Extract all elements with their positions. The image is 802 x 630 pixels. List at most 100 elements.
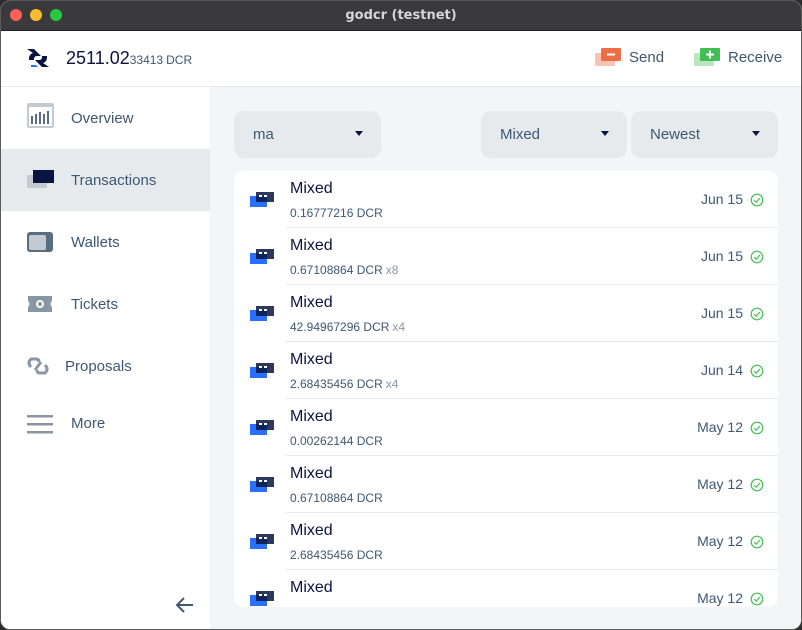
- transaction-multiplier: x4: [392, 320, 406, 334]
- transaction-row[interactable]: Mixed 0.67108864 DCR May 12: [234, 456, 778, 513]
- confirmed-check-icon: [750, 193, 764, 207]
- transaction-amount-value: 0.16777216 DCR: [290, 206, 383, 220]
- sidebar-item-label: Proposals: [65, 357, 132, 375]
- sidebar-item-more[interactable]: More: [1, 392, 210, 454]
- confirmed-check-icon: [750, 250, 764, 264]
- transactions-page: ma Mixed Newest Mixed 0.16777216 DCR Jun…: [210, 87, 801, 629]
- sidebar-item-label: Overview: [71, 109, 134, 127]
- mixed-transaction-icon: [250, 534, 274, 549]
- transaction-row[interactable]: Mixed 0.16777216 DCR Jun 15: [234, 171, 778, 228]
- sidebar-item-label: Tickets: [71, 295, 118, 313]
- transaction-amount: 42.94967296 DCR x4: [290, 320, 405, 334]
- sidebar-item-tickets[interactable]: Tickets: [1, 273, 210, 335]
- type-filter-value: Mixed: [500, 126, 541, 143]
- confirmed-check-icon: [750, 535, 764, 549]
- transaction-date: Jun 15: [700, 191, 743, 207]
- confirmed-check-icon: [750, 307, 764, 321]
- decred-logo-icon: [27, 49, 49, 67]
- confirmed-check-icon: [750, 592, 764, 606]
- transaction-type: Mixed: [290, 180, 333, 197]
- mixed-transaction-icon: [250, 249, 274, 264]
- sidebar-item-transactions[interactable]: Transactions: [1, 149, 210, 211]
- transaction-type: Mixed: [290, 294, 333, 311]
- transaction-amount-value: 0.67108864 DCR: [290, 491, 383, 505]
- transaction-type: Mixed: [290, 579, 333, 596]
- mixed-transaction-icon: [250, 420, 274, 435]
- receive-label: Receive: [728, 48, 783, 66]
- transaction-multiplier: x4: [385, 377, 399, 391]
- transaction-date: May 12: [697, 590, 743, 606]
- mixed-transaction-icon: [250, 477, 274, 492]
- transaction-type: Mixed: [290, 465, 333, 482]
- confirmed-check-icon: [750, 364, 764, 378]
- sidebar-item-label: More: [71, 414, 106, 432]
- sidebar-item-overview[interactable]: Overview: [1, 87, 210, 149]
- transaction-date: Jun 14: [700, 362, 743, 378]
- app-header: 2511.02 33413 DCR Send Receive: [1, 31, 801, 87]
- balance-decimals: 33413: [129, 53, 164, 67]
- type-filter-dropdown[interactable]: Mixed: [481, 111, 627, 158]
- transaction-amount: 0.16777216 DCR: [290, 206, 386, 220]
- sidebar: Overview Transactions Wallets Tickets Pr…: [1, 87, 210, 629]
- transaction-date: May 12: [697, 419, 743, 435]
- transaction-amount-value: 2.68435456 DCR: [290, 548, 383, 562]
- sidebar-item-label: Transactions: [71, 171, 157, 189]
- chevron-down-icon: [601, 131, 609, 136]
- transaction-amount-value: 42.94967296 DCR: [290, 320, 390, 334]
- sidebar-item-label: Wallets: [71, 233, 120, 251]
- wallet-dropdown[interactable]: ma: [234, 111, 381, 158]
- app-window: godcr (testnet) 2511.02 33413 DCR Send R…: [0, 0, 802, 630]
- transaction-amount-value: 0.00262144 DCR: [290, 434, 383, 448]
- transaction-row[interactable]: Mixed 0.00262144 DCR May 12: [234, 399, 778, 456]
- transaction-amount: [290, 605, 293, 607]
- transaction-amount: 2.68435456 DCR: [290, 548, 386, 562]
- transaction-date: May 12: [697, 533, 743, 549]
- transaction-row[interactable]: Mixed 0.67108864 DCR x8 Jun 15: [234, 228, 778, 285]
- transaction-amount-value: 2.68435456 DCR: [290, 377, 383, 391]
- transactions-icon: [27, 170, 54, 188]
- transaction-amount: 0.67108864 DCR: [290, 491, 386, 505]
- transaction-row[interactable]: Mixed 2.68435456 DCR x4 Jun 14: [234, 342, 778, 399]
- sidebar-item-wallets[interactable]: Wallets: [1, 211, 210, 273]
- sidebar-item-proposals[interactable]: Proposals: [1, 335, 210, 397]
- wallet-dropdown-value: ma: [253, 126, 274, 143]
- transaction-type: Mixed: [290, 408, 333, 425]
- overview-icon: [27, 103, 54, 128]
- transaction-row[interactable]: Mixed 2.68435456 DCR May 12: [234, 513, 778, 570]
- mixed-transaction-icon: [250, 363, 274, 378]
- send-button[interactable]: Send: [595, 47, 664, 67]
- transaction-multiplier: x8: [385, 263, 399, 277]
- close-window-button[interactable]: [10, 9, 22, 21]
- transaction-amount: 0.67108864 DCR x8: [290, 263, 398, 277]
- wallet-balance: 2511.02 33413 DCR: [66, 48, 192, 69]
- mixed-transaction-icon: [250, 192, 274, 207]
- transaction-amount: 0.00262144 DCR: [290, 434, 386, 448]
- transaction-row[interactable]: Mixed May 12: [234, 570, 778, 607]
- receive-button[interactable]: Receive: [694, 47, 782, 67]
- window-controls: [10, 9, 62, 21]
- transaction-amount: 2.68435456 DCR x4: [290, 377, 398, 391]
- ticket-icon: [28, 296, 52, 312]
- sort-value: Newest: [650, 126, 701, 143]
- sort-dropdown[interactable]: Newest: [631, 111, 778, 158]
- proposals-icon: [27, 357, 49, 375]
- transaction-list: Mixed 0.16777216 DCR Jun 15 Mixed 0.6710…: [234, 171, 778, 607]
- window-title: godcr (testnet): [345, 8, 457, 23]
- collapse-sidebar-arrow-icon[interactable]: [173, 595, 197, 615]
- transaction-date: Jun 15: [700, 248, 743, 264]
- mixed-transaction-icon: [250, 306, 274, 321]
- balance-unit: DCR: [166, 53, 193, 67]
- minimize-window-button[interactable]: [30, 9, 42, 21]
- send-label: Send: [629, 48, 665, 66]
- transaction-row[interactable]: Mixed 42.94967296 DCR x4 Jun 15: [234, 285, 778, 342]
- transaction-type: Mixed: [290, 237, 333, 254]
- transaction-date: May 12: [697, 476, 743, 492]
- mixed-transaction-icon: [250, 591, 274, 606]
- confirmed-check-icon: [750, 478, 764, 492]
- chevron-down-icon: [752, 131, 760, 136]
- transaction-amount-value: 0.67108864 DCR: [290, 263, 383, 277]
- confirmed-check-icon: [750, 421, 764, 435]
- menu-icon: [27, 415, 53, 434]
- maximize-window-button[interactable]: [50, 9, 62, 21]
- title-bar: godcr (testnet): [1, 1, 801, 31]
